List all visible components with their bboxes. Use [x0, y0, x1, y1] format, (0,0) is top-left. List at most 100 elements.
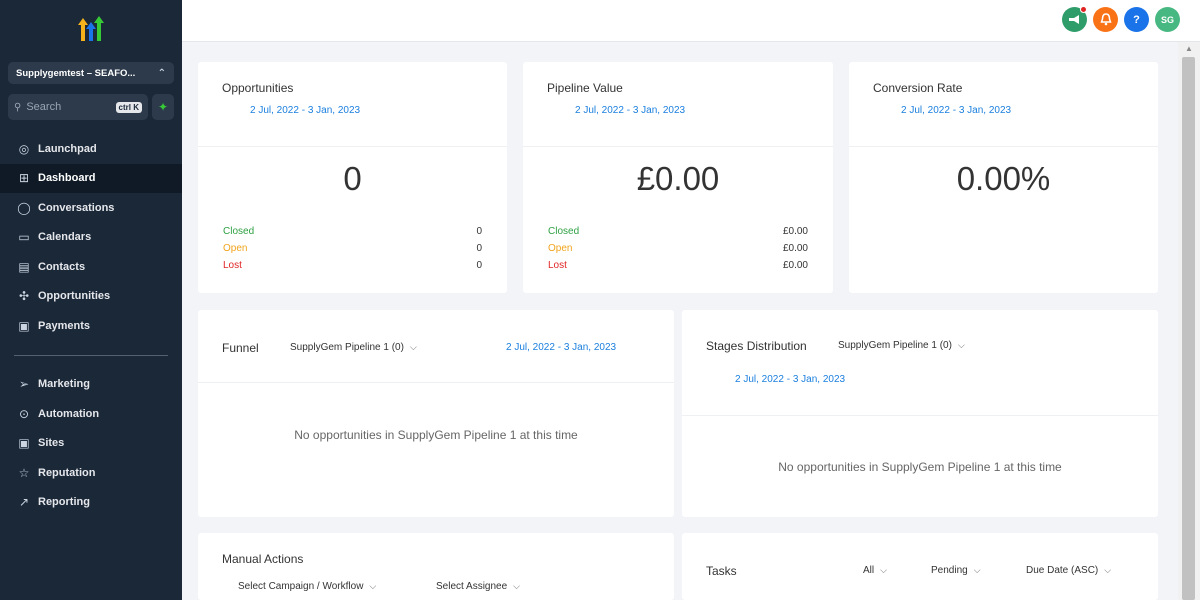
date-range[interactable]: 2 Jul, 2022 - 3 Jan, 2023 — [506, 342, 616, 353]
card-title: Tasks — [706, 564, 737, 578]
sidebar-item-reputation[interactable]: ☆ Reputation — [0, 458, 182, 488]
card-title: Pipeline Value — [547, 81, 623, 95]
quick-actions-button[interactable]: ✦ — [152, 94, 174, 120]
tasks-sort-select[interactable]: Due Date (ASC) ⌵ — [1026, 565, 1111, 576]
help-icon: ? — [1133, 13, 1140, 26]
campaign-workflow-select[interactable]: Select Campaign / Workflow ⌵ — [238, 581, 376, 592]
opportunities-value: 0 — [343, 160, 362, 197]
sidebar-item-label: Contacts — [38, 260, 86, 273]
chat-icon: ◯ — [17, 200, 31, 215]
help-button[interactable]: ? — [1124, 7, 1149, 32]
campaign-select-value: Select Campaign / Workflow — [238, 581, 364, 592]
tasks-assignee-filter[interactable]: All ⌵ — [863, 565, 887, 576]
account-switcher[interactable]: Supplygemtest – SEAFO... ⌃ — [8, 62, 174, 84]
stat-value: £0.00 — [782, 226, 808, 237]
card-title: Manual Actions — [222, 552, 304, 566]
date-range[interactable]: 2 Jul, 2022 - 3 Jan, 2023 — [901, 105, 1011, 116]
top-bar: ? SG — [182, 0, 1200, 42]
stat-row-open: Open £0.00 — [548, 243, 808, 260]
sidebar-item-sites[interactable]: ▣ Sites — [0, 429, 182, 459]
chevron-down-icon: ⌵ — [369, 581, 377, 591]
sidebar-item-label: Payments — [38, 319, 90, 332]
pipeline-select-value: SupplyGem Pipeline 1 (0) — [838, 340, 952, 351]
pipeline-value: £0.00 — [636, 160, 720, 197]
sidebar-item-label: Launchpad — [38, 142, 97, 155]
card-divider — [523, 146, 833, 147]
stat-label: Open — [223, 243, 248, 254]
card-title: Opportunities — [222, 81, 294, 95]
conversion-rate-card: Conversion Rate 2 Jul, 2022 - 3 Jan, 202… — [849, 62, 1158, 293]
scrollbar-thumb[interactable] — [1182, 57, 1195, 600]
search-placeholder: Search — [26, 101, 62, 113]
chevron-down-icon: ⌵ — [973, 565, 981, 575]
search-shortcut-badge: ctrl K — [115, 101, 142, 113]
assignee-select[interactable]: Select Assignee ⌵ — [436, 581, 520, 592]
tasks-status-filter[interactable]: Pending ⌵ — [931, 565, 981, 576]
sidebar-item-label: Dashboard — [38, 172, 96, 185]
announcements-button[interactable] — [1062, 6, 1087, 32]
sidebar-item-label: Reputation — [38, 466, 96, 479]
filter-value: Pending — [931, 565, 968, 576]
sidebar-item-label: Sites — [38, 437, 65, 450]
card-title: Stages Distribution — [706, 339, 807, 353]
date-range[interactable]: 2 Jul, 2022 - 3 Jan, 2023 — [575, 105, 685, 116]
card-divider — [198, 146, 507, 147]
search-input[interactable]: ⚲ Search ctrl K — [8, 94, 148, 120]
sidebar: Supplygemtest – SEAFO... ⌃ ⚲ Search ctrl… — [0, 0, 182, 600]
avatar[interactable]: SG — [1155, 7, 1180, 32]
sort-value: Due Date (ASC) — [1026, 565, 1099, 576]
sidebar-item-label: Conversations — [38, 201, 115, 214]
account-name: Supplygemtest – SEAFO... — [16, 67, 136, 79]
sidebar-item-label: Automation — [38, 407, 100, 420]
card-title: Funnel — [222, 341, 259, 355]
sidebar-item-reporting[interactable]: ↗ Reporting — [0, 488, 182, 518]
chevron-down-icon: ⌵ — [1104, 565, 1112, 575]
stat-label: Closed — [548, 226, 580, 237]
pipeline-value-card: Pipeline Value 2 Jul, 2022 - 3 Jan, 2023… — [523, 62, 833, 293]
sidebar-item-calendars[interactable]: ▭ Calendars — [0, 223, 182, 253]
date-range[interactable]: 2 Jul, 2022 - 3 Jan, 2023 — [250, 105, 360, 116]
calendar-icon: ▭ — [18, 230, 30, 245]
dashboard-icon: ⊞ — [18, 171, 30, 186]
pipeline-select-value: SupplyGem Pipeline 1 (0) — [290, 342, 404, 353]
sidebar-item-label: Marketing — [38, 378, 90, 391]
stages-distribution-card: Stages Distribution SupplyGem Pipeline 1… — [682, 310, 1158, 517]
card-divider — [682, 415, 1158, 416]
sidebar-item-dashboard[interactable]: ⊞ Dashboard — [0, 163, 182, 193]
sidebar-item-label: Reporting — [38, 496, 90, 509]
date-range[interactable]: 2 Jul, 2022 - 3 Jan, 2023 — [735, 374, 845, 385]
stat-label: Lost — [223, 260, 242, 271]
opportunities-card: Opportunities 2 Jul, 2022 - 3 Jan, 2023 … — [198, 62, 507, 293]
app-logo[interactable] — [0, 0, 182, 58]
stat-value: £0.00 — [782, 243, 808, 254]
sidebar-item-launchpad[interactable]: ◎ Launchpad — [0, 134, 182, 164]
card-divider — [198, 382, 674, 383]
opportunities-icon: ✣ — [18, 289, 30, 304]
sidebar-item-conversations[interactable]: ◯ Conversations — [0, 193, 182, 223]
conversion-rate-value: 0.00% — [956, 160, 1051, 197]
sidebar-item-marketing[interactable]: ➢ Marketing — [0, 370, 182, 400]
sidebar-divider — [14, 354, 168, 356]
sites-icon: ▣ — [18, 436, 30, 451]
page-scrollbar[interactable]: ▲ — [1178, 42, 1200, 600]
logo-arrows-icon — [78, 16, 104, 41]
stat-label: Closed — [223, 226, 255, 237]
sidebar-item-opportunities[interactable]: ✣ Opportunities — [0, 282, 182, 312]
sidebar-item-label: Calendars — [38, 231, 92, 244]
top-bar-actions: ? SG — [1062, 6, 1180, 32]
send-icon: ➢ — [18, 377, 30, 392]
sidebar-item-contacts[interactable]: ▤ Contacts — [0, 252, 182, 282]
sidebar-item-payments[interactable]: ▣ Payments — [0, 311, 182, 341]
rocket-icon: ◎ — [18, 141, 30, 156]
stat-value: 0 — [476, 243, 482, 254]
stat-row-closed: Closed £0.00 — [548, 226, 808, 243]
notifications-button[interactable] — [1093, 7, 1118, 32]
filter-value: All — [863, 565, 875, 576]
automation-icon: ⊙ — [18, 406, 30, 421]
sidebar-item-automation[interactable]: ⊙ Automation — [0, 399, 182, 429]
scroll-up-icon[interactable]: ▲ — [1185, 44, 1193, 53]
pipeline-select[interactable]: SupplyGem Pipeline 1 (0) ⌵ — [290, 342, 417, 353]
funnel-card: Funnel SupplyGem Pipeline 1 (0) ⌵ 2 Jul, … — [198, 310, 674, 517]
stat-label: Open — [548, 243, 573, 254]
pipeline-select[interactable]: SupplyGem Pipeline 1 (0) ⌵ — [838, 340, 965, 351]
